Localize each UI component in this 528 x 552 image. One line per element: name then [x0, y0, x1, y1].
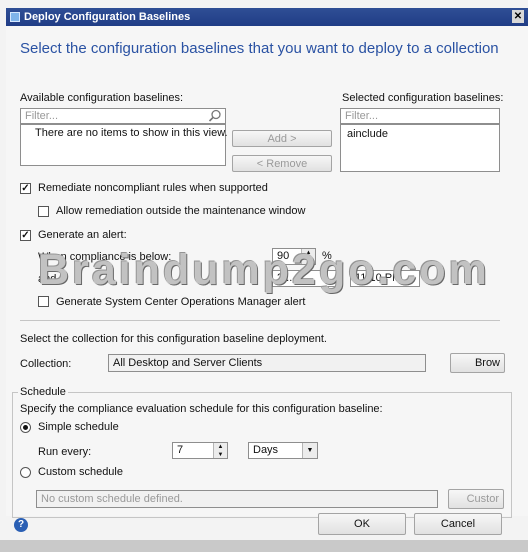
- available-filter-input[interactable]: Filter...: [20, 108, 226, 124]
- available-list[interactable]: There are no items to show in this view.: [20, 124, 228, 166]
- browse-button[interactable]: Brow: [450, 353, 505, 373]
- help-icon[interactable]: ?: [14, 518, 28, 532]
- window-title: Deploy Configuration Baselines: [24, 11, 191, 23]
- run-every-spin-icon[interactable]: ▲ ▼: [213, 443, 227, 458]
- divider: [20, 320, 500, 321]
- remediate-label: Remediate noncompliant rules when suppor…: [38, 182, 268, 194]
- chevron-down-icon[interactable]: ▼: [302, 443, 317, 458]
- time-field[interactable]: 11:10 PM: [350, 270, 420, 287]
- allow-outside-checkbox[interactable]: [38, 206, 49, 217]
- selected-filter-input[interactable]: Filter...: [340, 108, 500, 124]
- compliance-unit: %: [322, 250, 332, 262]
- alert-checkbox[interactable]: ✓: [20, 230, 31, 241]
- selected-list[interactable]: ainclude: [340, 124, 500, 172]
- run-every-value: 7: [177, 444, 184, 456]
- available-label: Available configuration baselines:: [20, 92, 184, 104]
- scom-label: Generate System Center Operations Manage…: [56, 296, 306, 308]
- schedule-instruction: Specify the compliance evaluation schedu…: [20, 403, 383, 415]
- allow-outside-label: Allow remediation outside the maintenanc…: [56, 205, 306, 217]
- add-button[interactable]: Add >: [232, 130, 332, 147]
- remediate-checkbox[interactable]: ✓: [20, 183, 31, 194]
- collection-instruction: Select the collection for this configura…: [20, 333, 327, 345]
- collection-field[interactable]: All Desktop and Server Clients: [108, 354, 426, 372]
- ok-button[interactable]: OK: [318, 513, 406, 535]
- simple-schedule-radio[interactable]: [20, 422, 31, 433]
- magnifier-icon: [208, 109, 221, 122]
- run-every-stepper[interactable]: 7 ▲ ▼: [172, 442, 228, 459]
- date-field[interactable]: 2 ...: [272, 270, 342, 287]
- compliance-label: When compliance is below:: [38, 251, 172, 263]
- date-label: and d: [38, 273, 66, 285]
- custom-schedule-field[interactable]: No custom schedule defined.: [36, 490, 438, 508]
- collection-label: Collection:: [20, 358, 72, 370]
- unit-select[interactable]: Days ▼: [248, 442, 318, 459]
- custom-schedule-radio[interactable]: [20, 467, 31, 478]
- custom-button[interactable]: Custor: [448, 489, 504, 509]
- scom-checkbox[interactable]: [38, 296, 49, 307]
- alert-label: Generate an alert:: [38, 229, 127, 241]
- run-every-label: Run every:: [38, 446, 92, 458]
- bottom-edge: [0, 540, 528, 552]
- compliance-value: 90: [277, 250, 290, 262]
- custom-schedule-label: Custom schedule: [38, 466, 123, 478]
- page-heading: Select the configuration baselines that …: [20, 40, 499, 57]
- close-icon[interactable]: ✕: [512, 10, 524, 23]
- app-icon: [10, 12, 20, 22]
- selected-label: Selected configuration baselines:: [342, 92, 504, 104]
- cancel-button[interactable]: Cancel: [414, 513, 502, 535]
- title-bar: Deploy Configuration Baselines ✕: [6, 8, 528, 26]
- list-item[interactable]: ainclude: [341, 125, 499, 140]
- unit-value: Days: [253, 444, 279, 456]
- simple-schedule-label: Simple schedule: [38, 421, 119, 433]
- compliance-spin-icon[interactable]: ▲ ▼: [301, 249, 315, 264]
- schedule-group-label: Schedule: [18, 386, 68, 398]
- remove-button[interactable]: < Remove: [232, 155, 332, 172]
- empty-list-message: There are no items to show in this view.: [35, 127, 228, 139]
- compliance-stepper[interactable]: 90 ▲ ▼: [272, 248, 316, 265]
